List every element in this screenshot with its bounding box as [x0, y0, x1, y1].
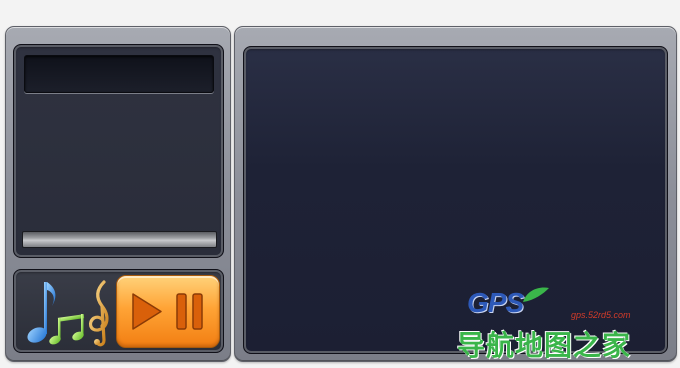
controls-panel	[13, 269, 224, 353]
watermark-url: gps.52rd5.com	[571, 310, 631, 320]
watermark: GPS gps.52rd5.com 导航地图之家	[455, 282, 675, 362]
title-display	[24, 55, 214, 93]
watermark-tagline: 导航地图之家	[457, 329, 632, 362]
music-notes-icon	[27, 280, 109, 347]
watermark-brand: GPS	[467, 287, 524, 318]
play-pause-icon	[132, 293, 203, 330]
progress-bar[interactable]	[22, 231, 217, 248]
left-frame	[5, 26, 231, 362]
play-pause-button[interactable]	[116, 275, 220, 348]
leaf-icon	[523, 287, 549, 302]
track-info-panel	[13, 44, 224, 258]
